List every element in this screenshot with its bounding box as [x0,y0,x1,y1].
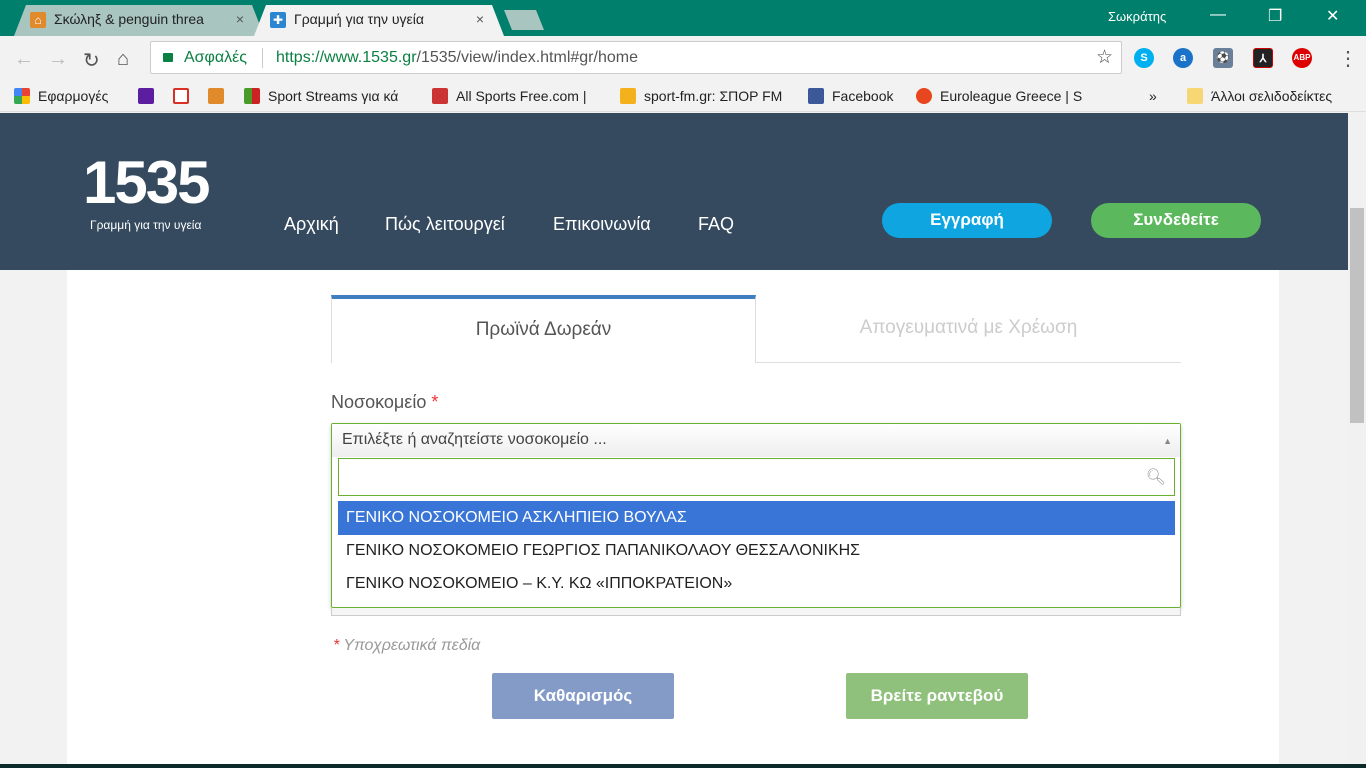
close-window-icon[interactable]: ✕ [1326,6,1339,26]
register-button[interactable]: Εγγραφή [882,203,1052,238]
facebook-icon [808,88,824,104]
required-asterisk: * [333,637,340,654]
address-bar[interactable]: Ασφαλές https://www.1535.gr/1535/view/in… [150,41,1122,74]
find-appointment-button[interactable]: Βρείτε ραντεβού [846,673,1028,719]
page-scrollbar[interactable] [1348,113,1366,768]
bookmark-label: Euroleague Greece | S [940,88,1083,104]
bookmark-yahoo-mail[interactable] [138,87,162,105]
home-favicon-icon: ⌂ [30,12,46,28]
acrobat-icon[interactable]: ⅄ [1253,48,1273,68]
close-tab-icon[interactable]: × [236,5,244,34]
home-icon [208,88,224,104]
other-bookmarks[interactable]: Άλλοι σελιδοδείκτες [1187,87,1332,105]
bookmarks-overflow[interactable]: » [1149,87,1157,105]
taskbar-edge [0,764,1366,768]
logo-tagline: Γραμμή για την υγεία [90,218,202,232]
gmail-icon [173,88,189,104]
profile-name[interactable]: Σωκράτης [1108,9,1166,24]
skype-icon[interactable]: S [1134,48,1154,68]
apps-grid-icon [14,88,30,104]
required-note-text: Υποχρεωτικά πεδία [343,637,481,654]
next-field-edge [331,608,1181,616]
bookmark-label: Sport Streams για κά [268,88,399,104]
bookmark-gmail[interactable] [173,87,197,105]
option-hospital[interactable]: ΓΕΝΙΚΟ ΝΟΣΟΚΟΜΕΙΟ – Κ.Υ. ΚΩ «ΙΠΠΟΚΡΑΤΕΙΟ… [338,567,1175,601]
option-hospital[interactable]: ΓΕΝΙΚΟ ΝΟΣΟΚΟΜΕΙΟ ΓΕΩΡΓΙΟΣ ΠΑΠΑΝΙΚΟΛΑΟΥ … [338,534,1175,568]
bookmark-sportfm[interactable]: sport-fm.gr: ΣΠΟΡ FM [620,87,782,105]
required-asterisk: * [431,392,439,412]
bookmark-sport-streams[interactable]: Sport Streams για κά [244,87,398,105]
bookmark-home[interactable] [208,87,232,105]
runner-icon [620,88,636,104]
bookmark-label: Άλλοι σελιδοδείκτες [1211,88,1333,104]
nav-home[interactable]: Αρχική [284,214,339,235]
bookmark-label: sport-fm.gr: ΣΠΟΡ FM [644,88,783,104]
title-bar: ⌂ Σκώληξ & penguin threa × ✚ Γραμμή για … [0,0,1366,36]
login-button[interactable]: Συνδεθείτε [1091,203,1261,238]
url-host: https://www.1535.gr [276,49,417,66]
soccer-extension-icon[interactable]: ⚽ [1213,48,1233,68]
hospital-search-input[interactable]: 🔍︎ [338,458,1175,496]
tab-morning-free[interactable]: Πρωϊνά Δωρεάν [331,295,756,363]
close-tab-icon[interactable]: × [476,5,484,34]
url-text[interactable]: https://www.1535.gr/1535/view/index.html… [276,42,638,73]
tab-title: Γραμμή για την υγεία [294,11,424,27]
scrollbar-thumb[interactable] [1350,208,1364,423]
forward-icon[interactable]: → [48,48,68,71]
logo[interactable]: 1535 [83,153,210,213]
form-tabs: Πρωϊνά Δωρεάν Απογευματινά με Χρέωση [331,295,1181,363]
tab-afternoon-paid[interactable]: Απογευματινά με Χρέωση [756,295,1181,363]
caret-up-icon[interactable]: ▲ [1163,436,1172,446]
tab-inactive[interactable]: ⌂ Σκώληξ & penguin threa × [14,5,264,36]
cube-icon [244,88,260,104]
bookmark-facebook[interactable]: Facebook [808,87,893,105]
bookmark-label: Facebook [832,88,894,104]
a-extension-icon[interactable]: a [1173,48,1193,68]
site-header: 1535 Γραμμή για την υγεία Αρχική Πώς λει… [0,113,1348,270]
option-hospital[interactable]: ΓΕΝΙΚΟ ΝΟΣΟΚΟΜΕΙΟ ΑΣΚΛΗΠΙΕΙΟ ΒΟΥΛΑΣ [338,501,1175,535]
mail-icon [138,88,154,104]
web-page: 1535 Γραμμή για την υγεία Αρχική Πώς λει… [0,113,1348,768]
clear-button[interactable]: Καθαρισμός [492,673,674,719]
adblock-icon[interactable]: ABP [1292,48,1312,68]
lock-icon [163,53,173,62]
bookmark-label: Εφαρμογές [38,88,109,104]
bookmark-all-sports[interactable]: All Sports Free.com | [432,87,586,105]
menu-kebab-icon[interactable]: ⋮ [1338,46,1358,71]
search-icon: 🔍︎ [1145,469,1166,486]
booking-form: Πρωϊνά Δωρεάν Απογευματινά με Χρέωση Νοσ… [67,270,1279,768]
new-tab-button[interactable] [504,10,544,30]
home-icon[interactable]: ⌂ [117,48,129,71]
plus-favicon-icon: ✚ [270,12,286,28]
nav-contact[interactable]: Επικοινωνία [553,214,651,235]
secure-label: Ασφαλές [184,49,248,66]
minimize-icon[interactable]: — [1210,6,1226,24]
select-placeholder[interactable]: Επιλέξτε ή αναζητείστε νοσοκομείο ... [332,424,1180,457]
required-note: * Υποχρεωτικά πεδία [333,637,480,655]
tab-title: Σκώληξ & penguin threa [54,11,204,27]
label-text: Νοσοκομείο [331,392,427,412]
s-icon [432,88,448,104]
bookmarks-bar: Εφαρμογές Sport Streams για κά All Sport… [0,82,1366,112]
bookmark-label: All Sports Free.com | [456,88,587,104]
nav-how-it-works[interactable]: Πώς λειτουργεί [385,214,505,235]
euroleague-icon [916,88,932,104]
url-path: /1535/view/index.html#gr/home [416,49,638,66]
hospital-select[interactable]: Επιλέξτε ή αναζητείστε νοσοκομείο ... ▲ … [331,423,1181,608]
divider [262,48,263,68]
back-icon[interactable]: ← [14,48,34,71]
bookmark-star-icon[interactable]: ☆ [1096,42,1113,73]
restore-icon[interactable]: ❐ [1268,6,1282,26]
tab-active[interactable]: ✚ Γραμμή για την υγεία × [254,5,504,36]
hospital-label: Νοσοκομείο * [331,392,438,413]
nav-faq[interactable]: FAQ [698,214,734,235]
browser-toolbar: ← → ↻ ⌂ Ασφαλές https://www.1535.gr/1535… [0,36,1366,82]
bookmark-apps[interactable]: Εφαρμογές [14,87,108,105]
folder-icon [1187,88,1203,104]
reload-icon[interactable]: ↻ [83,48,100,73]
bookmark-euroleague[interactable]: Euroleague Greece | S [916,87,1082,105]
